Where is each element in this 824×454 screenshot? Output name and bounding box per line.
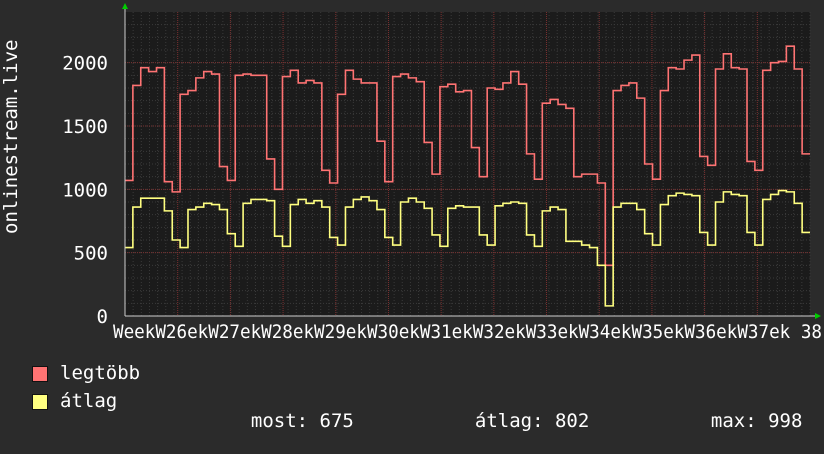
- legend-label-avg: átlag: [60, 390, 118, 412]
- y-axis-label: onlinestream.live: [0, 39, 22, 234]
- x-axis-tick-labels: WeekW26ekW27ekW28ekW29ekW30ekW31ekW32ekW…: [113, 321, 822, 343]
- y-tick-label: 500: [74, 243, 108, 265]
- y-tick-label: 1000: [62, 179, 108, 201]
- x-axis-arrow: [815, 313, 821, 319]
- legend-swatch-avg: [32, 394, 48, 410]
- y-tick-label: 1500: [62, 116, 108, 138]
- stat-avg-value: 802: [554, 410, 590, 432]
- y-axis-ticks: 0 500 1000 1500 2000: [62, 53, 108, 328]
- legend-item-avg: átlag: [32, 391, 117, 413]
- y-tick-label: 2000: [62, 53, 108, 75]
- stat-max-label: max:: [710, 410, 757, 432]
- stat-now-label: most:: [250, 410, 309, 432]
- legend-label-max: legtöbb: [60, 362, 141, 384]
- stat-max: max: 998: [688, 391, 803, 432]
- stat-avg-label: átlag:: [474, 410, 544, 432]
- legend-item-max: legtöbb: [32, 363, 140, 385]
- y-tick-label: 0: [97, 306, 108, 328]
- legend-swatch-max: [32, 366, 48, 382]
- stat-avg: átlag: 802: [452, 391, 589, 431]
- y-axis-arrow: [122, 3, 128, 9]
- stat-now: most: 675: [228, 391, 354, 431]
- x-axis-labels: WeekW26ekW27ekW28ekW29ekW30ekW31ekW32ekW…: [113, 321, 822, 343]
- stat-max-value: 998: [768, 410, 803, 432]
- stat-now-value: 675: [319, 410, 354, 432]
